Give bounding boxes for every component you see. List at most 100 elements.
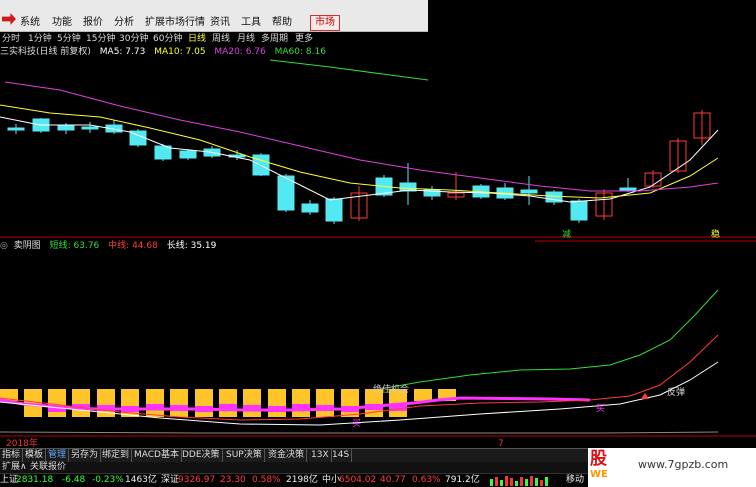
signal-bar-yellow <box>414 389 432 401</box>
signal-bar-yellow <box>146 389 164 417</box>
volume-bars-graphic <box>490 476 548 486</box>
candle-body <box>57 125 75 131</box>
tool-fund-decision[interactable]: 资金决策 <box>266 449 308 462</box>
sz-pct: 0.58% <box>252 475 281 485</box>
collapse-circle-icon[interactable]: ◎ <box>0 241 8 251</box>
tab-timeshare[interactable]: 分时 <box>2 32 20 46</box>
signal-bar-yellow <box>292 389 310 417</box>
tab-multi-period[interactable]: 多周期 <box>261 32 288 46</box>
volume-bars-icon <box>488 474 558 487</box>
ma60-value: MA60: 8.16 <box>274 47 326 57</box>
signal-bar-yellow <box>72 389 90 417</box>
sz-value: 9326.97 <box>178 475 216 485</box>
candle-body <box>325 198 343 222</box>
label-buy: 买 <box>596 403 605 414</box>
expand-button[interactable]: 扩展∧ <box>2 462 27 473</box>
tab-more[interactable]: 更多 <box>295 32 313 46</box>
indicator-name: 卖阴图 <box>13 241 41 251</box>
ma10-line <box>0 104 719 199</box>
label-opportunity: 绝佳机会 <box>373 383 409 395</box>
sz-change: 23.30 <box>220 475 246 485</box>
site-watermark: 股 WE www.7gpzb.com <box>588 448 756 487</box>
tool-manage[interactable]: 管理 <box>46 449 70 462</box>
stock-title: 三实科技(日线 前复权) <box>0 47 91 57</box>
tab-weekly[interactable]: 周线 <box>212 32 230 46</box>
sh-value: 2831.18 <box>16 475 54 485</box>
candle-body <box>619 187 637 191</box>
tab-1min[interactable]: 1分钟 <box>28 32 52 46</box>
tool-dde-decision[interactable]: DDE决策 <box>180 449 223 462</box>
menu-extended-market[interactable]: 扩展市场行情 <box>145 16 205 30</box>
ma60-line <box>269 59 429 81</box>
tab-daily[interactable]: 日线 <box>188 32 206 46</box>
watermark-logo-sub: WE <box>590 469 608 480</box>
ma10-value: MA10: 7.05 <box>154 47 206 57</box>
label-stable: 稳 <box>711 228 720 240</box>
signal-bar-yellow <box>268 389 286 417</box>
zx-pct: 0.63% <box>412 475 441 485</box>
tool-template[interactable]: 模板 <box>23 449 47 462</box>
tool-bind-to[interactable]: 绑定到 <box>100 449 133 462</box>
watermark-url: www.7gpzb.com <box>638 458 729 471</box>
sh-pct: -0.23% <box>92 475 124 485</box>
tool-sup-decision[interactable]: SUP决策 <box>224 449 265 462</box>
ma5-value: MA5: 7.73 <box>99 47 146 57</box>
signal-bar-yellow <box>195 389 213 417</box>
sz-amount: 2198亿 <box>286 475 318 485</box>
candle-body <box>520 189 538 194</box>
tab-5min[interactable]: 5分钟 <box>57 32 81 46</box>
signal-bar-yellow <box>170 389 188 417</box>
tool-13x[interactable]: 13X <box>309 449 332 462</box>
menu-market[interactable]: 市场 <box>310 15 340 31</box>
menu-analysis[interactable]: 分析 <box>114 16 134 30</box>
period-tabs: 分时 1分钟 5分钟 15分钟 30分钟 60分钟 日线 周线 月线 多周期 更… <box>0 32 428 46</box>
menu-help[interactable]: 帮助 <box>272 16 292 30</box>
menu-tools[interactable]: 工具 <box>241 16 261 30</box>
candle-body <box>7 127 25 131</box>
candle-body <box>179 150 197 159</box>
zx-value: 6504.02 <box>339 475 377 485</box>
ma-legend: 三实科技(日线 前复权) MA5: 7.73 MA10: 7.05 MA20: … <box>0 46 332 59</box>
menu-system[interactable]: 系统 <box>20 16 40 30</box>
sz-label: 深证 <box>161 475 180 485</box>
candle-body <box>570 200 588 221</box>
tab-30min[interactable]: 30分钟 <box>119 32 148 46</box>
ma20-line <box>4 81 719 192</box>
signal-bar-yellow <box>219 389 237 417</box>
signal-bar-yellow <box>48 389 66 417</box>
up-arrow-icon <box>641 393 649 399</box>
signal-bar-yellow <box>243 389 261 417</box>
tab-15min[interactable]: 15分钟 <box>86 32 115 46</box>
long-line-value: 长线: 35.19 <box>166 241 217 251</box>
label-buy-2: 买 <box>352 418 361 429</box>
menu-news[interactable]: 资讯 <box>210 16 230 30</box>
mid-line-value: 中线: 44.68 <box>108 241 158 251</box>
sh-amount: 1463亿 <box>125 475 157 485</box>
tool-14s[interactable]: 14S <box>330 449 353 462</box>
related-quotes-button[interactable]: 关联报价 <box>30 462 66 473</box>
sh-change: -6.48 <box>62 475 86 485</box>
signal-bar-yellow <box>316 389 334 417</box>
tab-monthly[interactable]: 月线 <box>237 32 255 46</box>
tab-60min[interactable]: 60分钟 <box>153 32 182 46</box>
zx-label: 中小 <box>322 475 341 485</box>
label-rebound: 反弹 <box>667 386 685 398</box>
label-reduce: 减 <box>562 228 571 240</box>
tool-macd-basic[interactable]: MACD基本 <box>132 449 182 462</box>
menu-quote[interactable]: 报价 <box>83 16 103 30</box>
short-line-value: 短线: 63.76 <box>49 241 100 251</box>
candle-body <box>301 203 319 213</box>
candle-body <box>81 126 99 130</box>
signal-bar-yellow <box>341 389 359 417</box>
zx-change: 40.77 <box>380 475 406 485</box>
tool-save-as[interactable]: 另存为 <box>69 449 102 462</box>
mobile-label[interactable]: 移动 <box>566 474 584 487</box>
indicator-legend: ◎ 卖阴图 短线: 63.76 中线: 44.68 长线: 35.19 <box>0 240 216 253</box>
short-line <box>379 289 719 390</box>
menu-function[interactable]: 功能 <box>52 16 72 30</box>
tool-indicator[interactable]: 指标 <box>0 449 24 462</box>
ma20-value: MA20: 6.76 <box>214 47 266 57</box>
zx-amount: 791.2亿 <box>445 475 480 485</box>
base-line <box>0 431 719 434</box>
watermark-logo: 股 <box>590 449 607 469</box>
